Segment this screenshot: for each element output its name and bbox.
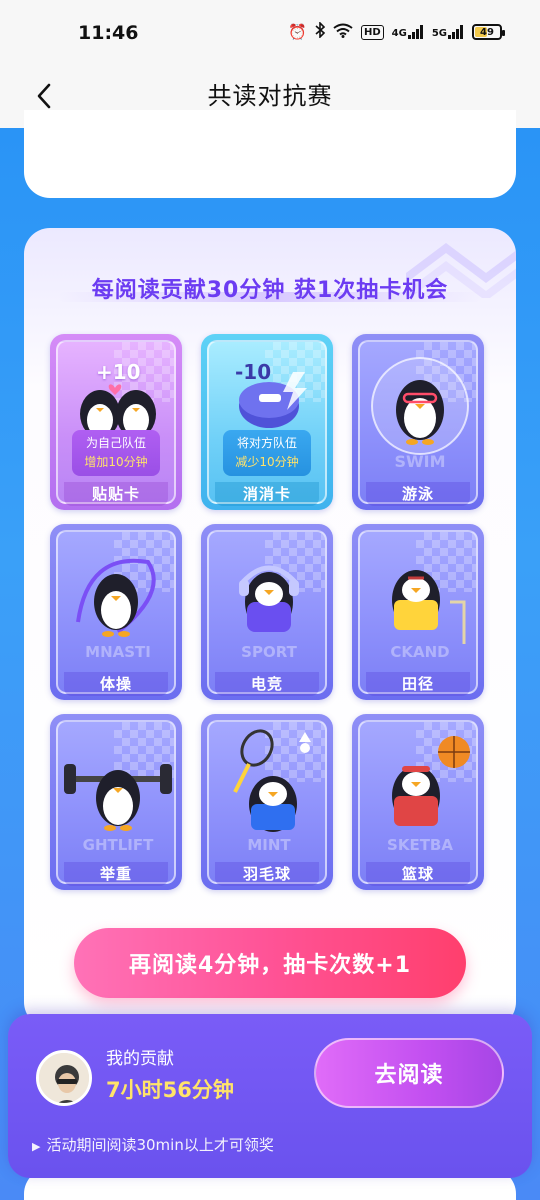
card-description: 为自己队伍 增加10分钟 (72, 430, 160, 476)
alarm-icon: ⏰ (288, 23, 307, 41)
card-label: 举重 (64, 862, 168, 886)
penguin-weightlifting-icon: GHTLIFT (64, 764, 172, 854)
card-badminton[interactable]: MINT 羽毛球 (201, 714, 333, 890)
card-badge: +10 (96, 360, 141, 384)
card-label: 田径 (366, 672, 470, 696)
contribution-value: 7小时56分钟 (106, 1078, 234, 1102)
go-read-button[interactable]: 去阅读 (314, 1038, 504, 1108)
signal-4g-icon: 4G (392, 25, 424, 39)
card-label: 游泳 (366, 482, 470, 506)
hd-voice-icon: HD (360, 24, 384, 40)
svg-text:MINT: MINT (247, 836, 291, 854)
reward-notice: ▶ 活动期间阅读30min以上才可领奖 (32, 1136, 274, 1154)
penguin-esports-icon: SPORT (239, 565, 299, 661)
signal-5g-icon: 5G (432, 25, 464, 39)
svg-text:SPORT: SPORT (241, 643, 297, 661)
card-swimming[interactable]: SWIM 游泳 (352, 334, 484, 510)
card-track-field[interactable]: CKAND 田径 (352, 524, 484, 700)
penguin-badminton-icon: MINT (233, 729, 311, 854)
svg-text:MNASTI: MNASTI (85, 643, 151, 661)
previous-card (24, 110, 516, 198)
penguin-track-icon: CKAND (390, 570, 466, 661)
status-icons: ⏰ HD 4G 5G 49 (288, 21, 505, 42)
card-xiaoxiao[interactable]: -10 将对方队伍 减少10分钟 消消卡 (201, 334, 333, 510)
card-label: 篮球 (366, 862, 470, 886)
page-title: 共读对抗赛 (207, 82, 333, 110)
penguin-swimming-icon: SWIM (371, 357, 469, 471)
card-label: 体操 (64, 672, 168, 696)
card-tietie[interactable]: +10 为自己队伍 增加10分钟 贴贴卡 (50, 334, 182, 510)
card-description: 将对方队伍 减少10分钟 (223, 430, 311, 476)
card-basketball[interactable]: SKETBA 篮球 (352, 714, 484, 890)
card-weightlifting[interactable]: GHTLIFT 举重 (50, 714, 182, 890)
svg-text:GHTLIFT: GHTLIFT (83, 836, 154, 854)
triangle-right-icon: ▶ (32, 1140, 41, 1153)
svg-text:CKAND: CKAND (390, 643, 449, 661)
contribution-label: 我的贡献 (106, 1049, 174, 1069)
draw-rule-headline: 每阅读贡献30分钟 获1次抽卡机会 (91, 278, 449, 303)
avatar (36, 1050, 92, 1106)
card-draw-panel: 每阅读贡献30分钟 获1次抽卡机会 +10 为自己队伍 增加10分钟 贴贴卡 -… (24, 228, 516, 1028)
battery-level: 49 (480, 26, 494, 38)
card-label: 羽毛球 (215, 862, 319, 886)
card-label: 电竞 (215, 672, 319, 696)
bluetooth-icon (315, 21, 326, 42)
status-bar: 11:46 ⏰ HD 4G 5G 49 (0, 0, 540, 64)
wifi-icon (333, 23, 353, 42)
contribution-panel: 我的贡献 7小时56分钟 去阅读 ▶ 活动期间阅读30min以上才可领奖 (8, 1014, 532, 1178)
card-label: 消消卡 (215, 482, 319, 506)
card-label: 贴贴卡 (64, 482, 168, 506)
read-more-cta-button[interactable]: 再阅读4分钟，抽卡次数+1 (74, 928, 466, 998)
card-esports[interactable]: SPORT 电竞 (201, 524, 333, 700)
svg-text:SWIM: SWIM (394, 452, 445, 471)
battery-icon: 49 (472, 24, 505, 40)
svg-text:SKETBA: SKETBA (387, 836, 453, 854)
penguin-gymnastics-icon: MNASTI (76, 558, 156, 661)
card-gymnastics[interactable]: MNASTI 体操 (50, 524, 182, 700)
card-badge: -10 (235, 360, 272, 384)
status-time: 11:46 (78, 22, 139, 44)
card-grid: +10 为自己队伍 增加10分钟 贴贴卡 -10 将对方队伍 减少10分钟 消消… (50, 334, 486, 890)
penguin-basketball-icon: SKETBA (387, 736, 470, 854)
